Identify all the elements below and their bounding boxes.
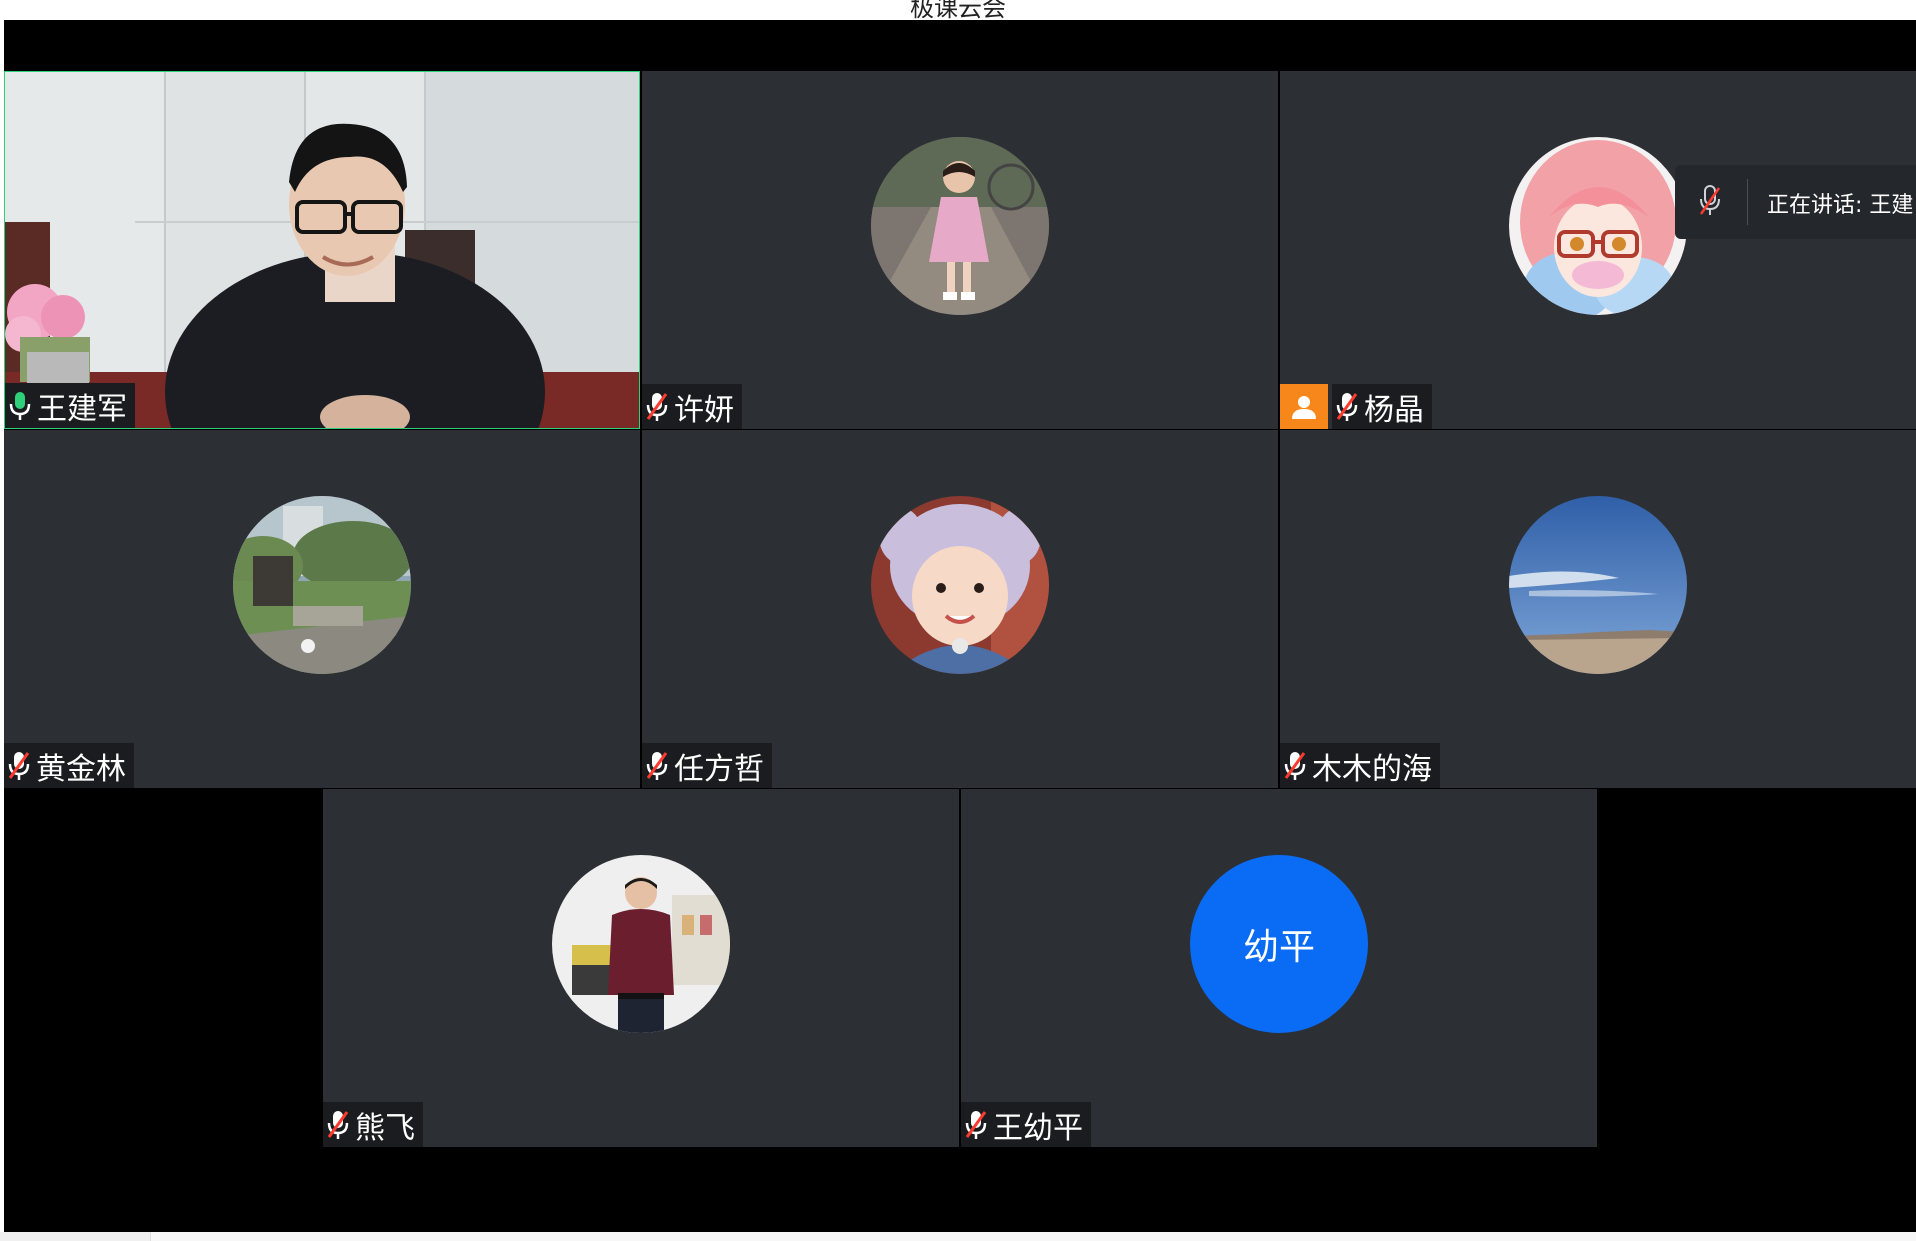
divider xyxy=(1747,179,1748,225)
name-tag: 王建军 xyxy=(5,383,135,428)
participant-tile-huang-jinlin[interactable]: 黄金林 xyxy=(4,430,640,788)
title-bar: 极课云会 xyxy=(0,0,1916,22)
avatar xyxy=(871,496,1049,674)
participant-tile-mumu-de-hai[interactable]: 木木的海 xyxy=(1280,430,1916,788)
participant-video-feed xyxy=(5,72,639,428)
microphone-muted-icon xyxy=(1336,392,1358,421)
participant-name: 许妍 xyxy=(674,392,734,428)
avatar-photo xyxy=(1509,137,1687,315)
avatar xyxy=(871,137,1049,315)
participant-tile-yang-jing[interactable]: 杨晶 xyxy=(1280,71,1916,429)
avatar xyxy=(1509,496,1687,674)
name-tag: 任方哲 xyxy=(642,743,772,788)
name-tag: 木木的海 xyxy=(1280,743,1440,788)
avatar-photo xyxy=(233,496,411,674)
microphone-muted-icon xyxy=(1699,185,1721,215)
avatar-photo xyxy=(871,496,1049,674)
avatar-photo xyxy=(871,137,1049,315)
name-tag: 杨晶 xyxy=(1332,384,1432,429)
bottom-edge-segment xyxy=(150,1232,1916,1241)
participant-tile-xu-yan[interactable]: 许妍 xyxy=(642,71,1278,429)
microphone-muted-icon xyxy=(1284,751,1306,780)
avatar xyxy=(552,855,730,1033)
microphone-muted-icon xyxy=(327,1110,349,1139)
participant-name: 王幼平 xyxy=(993,1110,1083,1146)
avatar: 幼平 xyxy=(1190,855,1368,1033)
participant-name: 木木的海 xyxy=(1312,751,1432,787)
avatar xyxy=(233,496,411,674)
participant-tile-xiong-fei[interactable]: 熊飞 xyxy=(323,789,959,1147)
video-grid: 王建军 许妍 杨晶 黄金林 任方哲 木木的海 熊飞 幼平 王幼平 xyxy=(4,20,1916,1232)
participant-tile-ren-fangzhe[interactable]: 任方哲 xyxy=(642,430,1278,788)
avatar-photo xyxy=(552,855,730,1033)
speaking-label: 正在讲话: 王建 xyxy=(1767,193,1914,218)
user-icon xyxy=(1292,395,1316,419)
name-tag: 王幼平 xyxy=(961,1102,1091,1147)
name-tag: 许妍 xyxy=(642,384,742,429)
name-tag: 熊飞 xyxy=(323,1102,423,1147)
microphone-muted-icon xyxy=(646,392,668,421)
participant-name: 王建军 xyxy=(37,391,127,427)
name-tag: 黄金林 xyxy=(4,743,134,788)
bottom-edge xyxy=(0,1232,1916,1241)
participant-name: 任方哲 xyxy=(674,751,764,787)
avatar-photo xyxy=(1509,496,1687,674)
participant-name: 杨晶 xyxy=(1364,392,1424,428)
avatar-initials: 幼平 xyxy=(1242,927,1315,968)
microphone-muted-icon xyxy=(965,1110,987,1139)
participant-name: 熊飞 xyxy=(355,1110,415,1146)
participant-name: 黄金林 xyxy=(36,751,126,787)
microphone-muted-icon xyxy=(646,751,668,780)
host-badge xyxy=(1280,384,1328,429)
participant-tile-wang-jianjun[interactable]: 王建军 xyxy=(4,71,640,429)
participant-tile-wang-youping[interactable]: 幼平 王幼平 xyxy=(961,789,1597,1147)
microphone-muted-icon xyxy=(8,751,30,780)
microphone-icon xyxy=(9,391,31,420)
avatar xyxy=(1509,137,1687,315)
speaking-indicator[interactable]: 正在讲话: 王建 xyxy=(1675,165,1916,239)
